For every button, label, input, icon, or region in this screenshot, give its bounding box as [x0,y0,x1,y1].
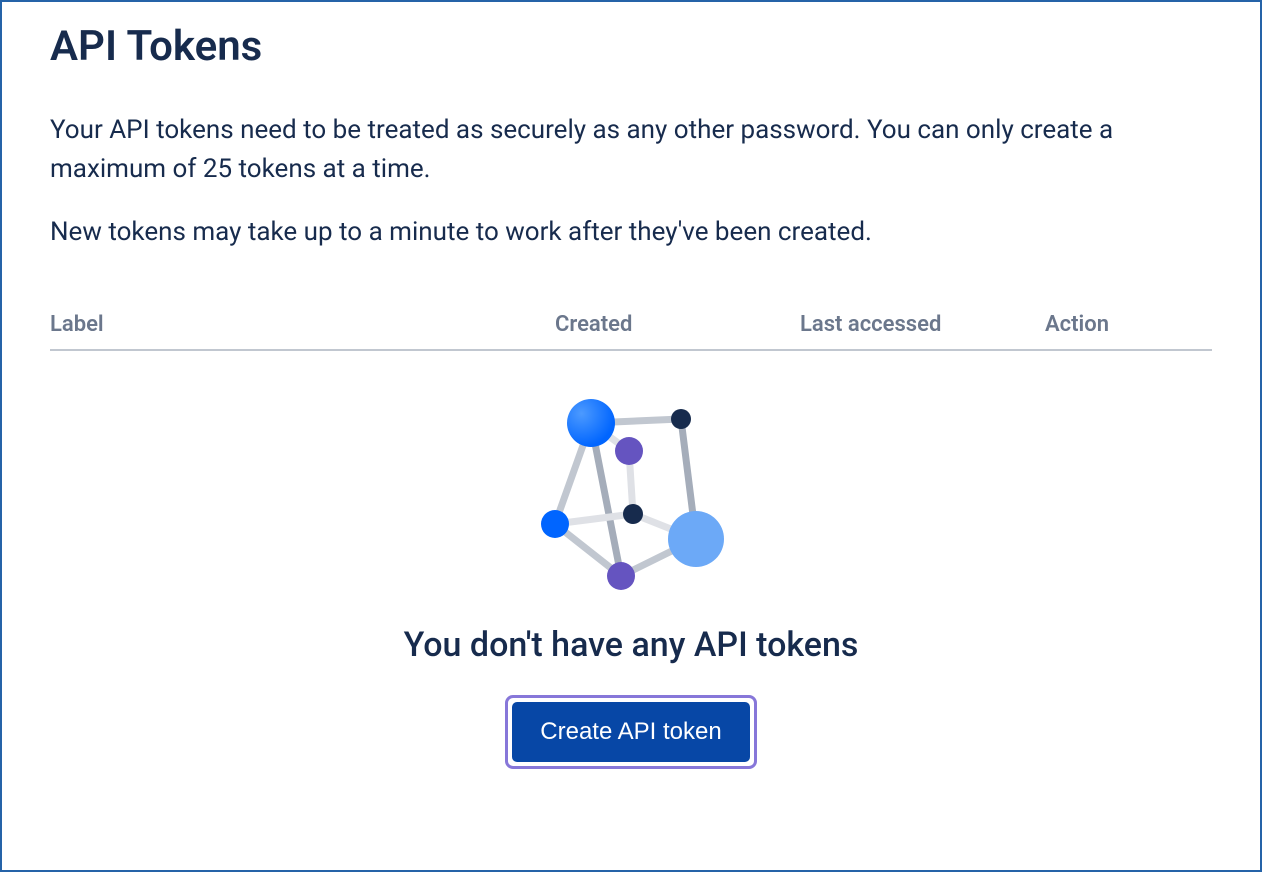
create-api-token-button[interactable]: Create API token [512,702,749,762]
column-header-action: Action [1045,312,1212,337]
page-title: API Tokens [50,22,1212,71]
empty-state-title: You don't have any API tokens [404,625,859,665]
column-header-created: Created [555,312,800,337]
api-tokens-panel: API Tokens Your API tokens need to be tr… [0,0,1262,872]
button-focus-ring: Create API token [505,695,756,769]
description-paragraph-1: Your API tokens need to be treated as se… [50,111,1212,189]
description-paragraph-2: New tokens may take up to a minute to wo… [50,213,1212,252]
tokens-table-header: Label Created Last accessed Action [50,312,1212,351]
column-header-label: Label [50,312,555,337]
network-graph-icon [521,391,741,601]
empty-state: You don't have any API tokens Create API… [50,391,1212,769]
column-header-last-accessed: Last accessed [800,312,1045,337]
